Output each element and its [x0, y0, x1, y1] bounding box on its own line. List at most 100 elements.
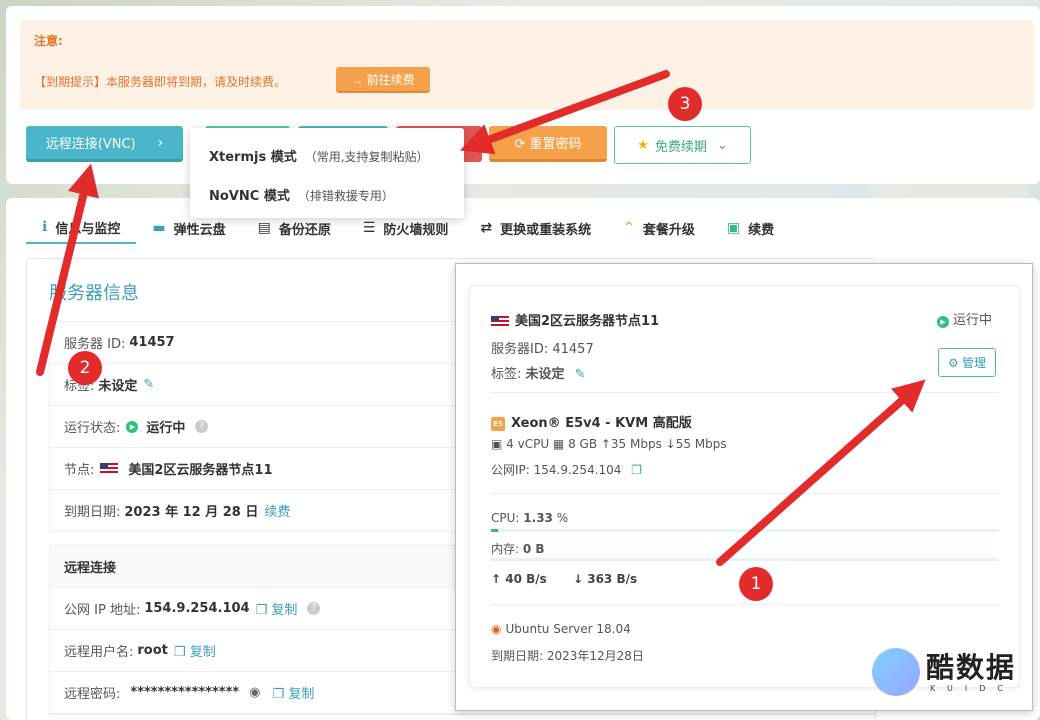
copy-user-button[interactable]: ❐ 复制 [174, 641, 216, 660]
os-name: ◉ Ubuntu Server 18.04 [491, 622, 631, 636]
tab-label: 备份还原 [278, 222, 331, 238]
public-ip-label: 公网IP: 154.9.254.104 [491, 463, 622, 477]
os-label: Ubuntu Server 18.04 [505, 622, 631, 636]
copy-icon: ❐ [272, 687, 285, 702]
star-icon: ★ [637, 137, 649, 153]
row-label: 到期日期: [64, 505, 121, 520]
tab-info-monitor[interactable]: ℹ 信息与监控 [26, 212, 137, 244]
dropdown-item-xtermjs[interactable]: Xtermjs 模式 （常用,支持复制粘贴） [209, 146, 429, 165]
row-value: 运行中 [146, 421, 186, 436]
spec-line: ▣ 4 vCPU ▦ 8 GB ↑35 Mbps ↓55 Mbps [491, 437, 727, 451]
copy-label: 复制 [271, 603, 298, 618]
card-title: 服务器信息 [49, 283, 139, 304]
list-icon: ☰ [362, 220, 376, 236]
renew-link[interactable]: 续费 [264, 501, 290, 520]
node-name: 美国2区云服务器节点11 [491, 310, 659, 329]
help-icon[interactable]: ? [195, 420, 209, 433]
expiry-notice: 注意: 【到期提示】本服务器即将到期，请及时续费。 → 前往续费 [20, 20, 1034, 110]
tab-label: 信息与监控 [55, 221, 121, 237]
tab-reinstall[interactable]: ⇄ 更换或重装系统 [464, 212, 607, 244]
tab-label: 防火墙规则 [383, 222, 449, 238]
mem-label: 内存: [491, 542, 520, 556]
vnc-remote-button[interactable]: 远程连接(VNC) › [26, 126, 183, 162]
annotation-badge-3: 3 [668, 87, 702, 121]
row-value: 未设定 [98, 379, 138, 394]
row-label: 远程用户名: [64, 645, 134, 660]
row-value: 41457 [129, 335, 175, 350]
row-value: 2023 年 12 月 28 日 [124, 505, 259, 520]
cpu-value: 1.33 [523, 511, 553, 525]
status-badge: ▶ 运行中 [937, 309, 992, 328]
exchange-icon: ⇄ [480, 220, 493, 236]
vnc-mode-dropdown: Xtermjs 模式 （常用,支持复制粘贴） NoVNC 模式 （排错救援专用） [190, 128, 464, 218]
notice-title: 注意: [34, 34, 63, 48]
copy-ip-button[interactable]: ❐ 复制 [256, 599, 298, 618]
row-label: 节点: [64, 463, 95, 478]
dropdown-item-novnc[interactable]: NoVNC 模式 （排错救援专用） [209, 185, 394, 204]
copy-icon[interactable]: ❐ [631, 463, 642, 477]
row-value: **************** [130, 685, 240, 700]
logo-icon [872, 648, 920, 696]
row-label: 公网 IP 地址: [64, 603, 141, 618]
dropdown-item-note: （排错救援专用） [297, 189, 394, 203]
copy-label: 复制 [288, 687, 315, 702]
play-icon: ▶ [126, 420, 139, 433]
tab-label: 续费 [748, 222, 775, 238]
cpu-unit: % [556, 511, 569, 525]
tag-label: 标签: [491, 367, 522, 382]
reset-password-button[interactable]: ⟳ 重置密码 [489, 126, 607, 162]
free-renew-button[interactable]: ★ 免费续期 ⌄ [614, 126, 751, 164]
logo-subtext: KUIDC [930, 684, 1015, 693]
help-icon[interactable]: ? [307, 602, 321, 615]
ubuntu-icon: ◉ [491, 622, 502, 636]
eye-icon[interactable]: ◉ [249, 685, 260, 700]
tab-renew[interactable]: ▣ 续费 [711, 212, 790, 244]
cpu-model: E5 Xeon® E5v4 - KVM 高配版 [491, 412, 692, 431]
memory-bar [491, 558, 999, 561]
server-summary-card: 美国2区云服务器节点11 ▶ 运行中 服务器ID: 41457 标签: 未设定 ✎… [469, 285, 1020, 688]
upgrade-icon: ⌃ [623, 220, 635, 236]
divider [491, 392, 999, 393]
row-label: 服务器 ID: [64, 337, 126, 352]
row-label: 运行状态: [64, 421, 121, 436]
logo-text: 酷数据 [926, 651, 1017, 684]
divider [491, 493, 999, 494]
server-icon: ▤ [257, 220, 271, 236]
cpu-model-label: Xeon® E5v4 - KVM 高配版 [511, 416, 692, 431]
row-value: 154.9.254.104 [144, 601, 250, 616]
status-label: 运行中 [953, 313, 993, 328]
cpu-badge-icon: E5 [491, 416, 505, 431]
dropdown-item-mode: NoVNC 模式 [209, 189, 290, 204]
notice-text: 【到期提示】本服务器即将到期，请及时续费。 [34, 75, 287, 89]
manage-button[interactable]: ⚙ 管理 [938, 348, 996, 377]
row-label: 远程密码: [64, 687, 121, 702]
vnc-button-label: 远程连接(VNC) [45, 137, 136, 152]
play-icon: ▶ [937, 316, 949, 328]
go-renew-button[interactable]: → 前往续费 [336, 67, 430, 93]
divider [491, 604, 999, 605]
edit-icon[interactable]: ✎ [143, 377, 154, 392]
money-icon: ▣ [726, 220, 741, 236]
cpu-bar [491, 529, 999, 532]
copy-icon: ❐ [255, 603, 268, 618]
annotation-badge-1: 1 [739, 567, 773, 601]
info-icon: ℹ [42, 219, 48, 235]
tab-label: 套餐升级 [642, 222, 695, 238]
copy-label: 复制 [189, 645, 216, 660]
manage-label: 管理 [962, 356, 987, 370]
net-up: ↑ 40 B/s [491, 572, 547, 586]
gear-icon: ⚙ [947, 356, 959, 370]
node-label: 美国2区云服务器节点11 [515, 314, 660, 329]
dropdown-item-note: （常用,支持复制粘贴） [304, 150, 429, 164]
us-flag-icon [100, 462, 119, 475]
edit-icon[interactable]: ✎ [575, 367, 586, 382]
row-value: root [137, 643, 168, 658]
tab-upgrade[interactable]: ⌃ 套餐升级 [607, 212, 711, 244]
tab-label: 弹性云盘 [173, 222, 226, 238]
annotation-badge-2: 2 [68, 351, 102, 385]
us-flag-icon [491, 315, 509, 328]
copy-password-button[interactable]: ❐ 复制 [273, 683, 315, 702]
free-renew-label: 免费续期 [654, 139, 707, 155]
mem-value: 0 B [522, 542, 545, 556]
tag-row: 标签: 未设定 ✎ [491, 363, 586, 382]
